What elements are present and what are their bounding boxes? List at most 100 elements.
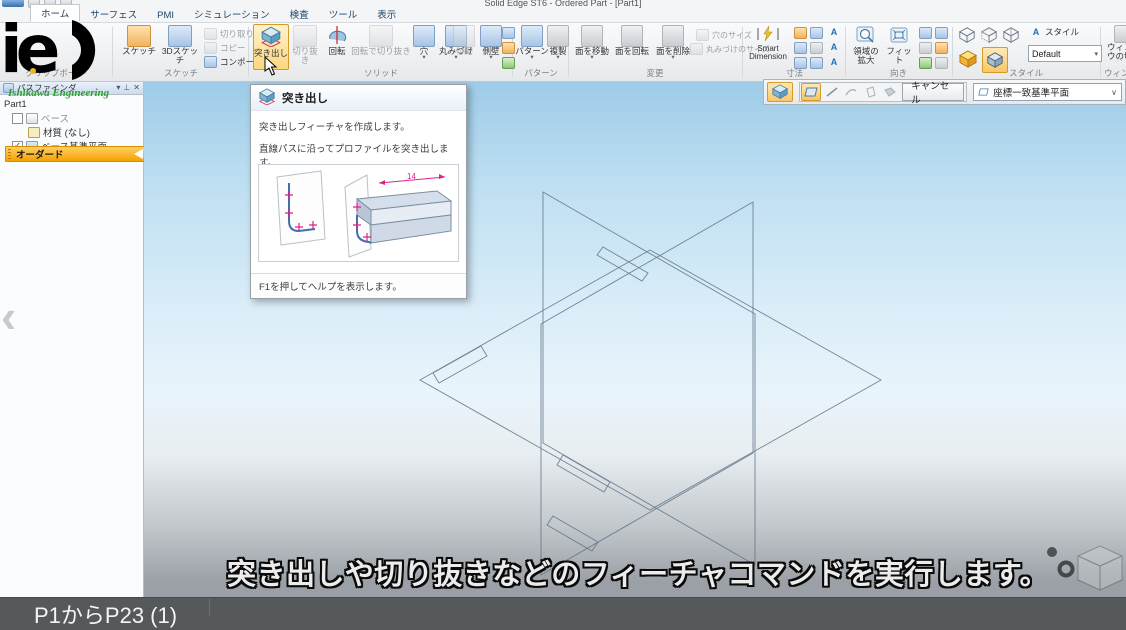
text-style-icon[interactable]: A	[828, 57, 840, 67]
label: 面を削除	[656, 47, 690, 56]
app-button-icon[interactable]	[2, 0, 24, 7]
dimension-label: 14	[407, 172, 416, 181]
thin-wall-icon	[480, 25, 502, 47]
zoom-area-icon	[855, 25, 877, 47]
sketch-button[interactable]: スケッチ	[120, 25, 158, 56]
company-logo: ie	[0, 14, 120, 89]
finish-step-icon[interactable]	[882, 84, 900, 100]
hidden-edges-cube-icon[interactable]	[980, 26, 998, 49]
tab-view[interactable]: 表示	[367, 6, 406, 22]
switch-window-icon	[1114, 25, 1126, 43]
cancel-button[interactable]: キャンセル	[902, 83, 964, 101]
copy-icon	[204, 42, 217, 54]
ribbon-group-window: ウィンドウの切り替え ウィンドウ	[1102, 23, 1126, 80]
tab-inspect[interactable]: 検査	[280, 6, 319, 22]
tree-item-part[interactable]: Part1	[0, 98, 143, 110]
tree-item-base[interactable]: ベース	[0, 112, 143, 124]
plane-mode-value: 座標一致基準平面	[993, 85, 1069, 99]
sketch-3d-button[interactable]: 3Dスケッチ	[158, 25, 202, 65]
copy-button[interactable]: コピー	[204, 42, 246, 54]
rotate-face-button[interactable]: 面を回転	[613, 25, 651, 56]
pin-icon[interactable]: ⊥	[123, 84, 130, 92]
text-style-icon[interactable]: A	[828, 27, 840, 37]
move-face-icon	[581, 25, 603, 47]
plane-mode-select[interactable]: 座標一致基準平面 ∨	[973, 83, 1122, 101]
video-title: P1からP23 (1)	[0, 598, 177, 630]
round-size-icon	[690, 43, 703, 55]
group-label: 変更	[570, 67, 740, 79]
revolve-button[interactable]: 回転	[323, 25, 351, 56]
pattern-icon	[521, 25, 543, 47]
group-divider	[845, 27, 846, 77]
switch-window-button[interactable]: ウィンドウの切り替え	[1104, 25, 1126, 61]
previous-chevron-icon[interactable]: ‹	[1, 289, 16, 343]
tab-pmi[interactable]: PMI	[147, 9, 184, 22]
move-face-button[interactable]: 面を移動	[573, 25, 611, 60]
ribbon-group-orient: 領域の拡大 フィット 向き	[847, 23, 950, 80]
style-select[interactable]: Default ▾	[1028, 45, 1102, 62]
pan-icon[interactable]	[919, 42, 932, 54]
delete-face-icon	[662, 25, 684, 47]
label: 領域の拡大	[850, 47, 882, 65]
revolved-cutout-icon	[369, 25, 393, 47]
select-plane-step-icon[interactable]	[801, 83, 821, 101]
text-style-icon[interactable]: A	[828, 42, 840, 52]
zoom-area-button[interactable]: 領域の拡大	[850, 25, 882, 65]
duplicate-icon	[547, 25, 569, 47]
dimension-tool-icon[interactable]	[810, 27, 823, 39]
wireframe-cube-icon[interactable]	[1002, 26, 1020, 49]
ribbon-group-dimension: Smart Dimension A A A 寸法	[744, 23, 845, 80]
label: 面を移動	[575, 47, 609, 56]
revolved-cutout-button[interactable]: 回転で切り抜き	[351, 25, 411, 56]
group-label: 寸法	[744, 67, 845, 79]
divider	[209, 598, 210, 616]
zoom-icon[interactable]	[919, 27, 932, 39]
cut-button[interactable]: 切り取り	[204, 28, 254, 40]
zoom-out-icon[interactable]	[935, 27, 948, 39]
base-checkbox[interactable]	[12, 113, 23, 124]
label: フィット	[884, 47, 914, 65]
ordered-mode-bar[interactable]: オーダード	[5, 146, 147, 162]
label: ウィンドウの切り替え	[1105, 43, 1126, 61]
plane-icon	[978, 87, 989, 97]
video-caption: 突き出しや切り抜きなどのフィーチャコマンドを実行します。	[150, 551, 1126, 593]
tab-simulation[interactable]: シミュレーション	[184, 6, 280, 22]
ribbon-tab-row: ホーム サーフェス PMI シミュレーション 検査 ツール 表示	[0, 8, 1126, 23]
extrude-command-icon[interactable]	[767, 82, 793, 102]
tree-item-material[interactable]: 材質 (なし)	[0, 126, 143, 138]
solid-edge-window: Solid Edge ST6 - Ordered Part - [Part1] …	[0, 0, 1126, 630]
sketch-icon	[127, 25, 151, 47]
group-divider	[952, 27, 953, 77]
base-label: ベース	[41, 111, 69, 125]
delete-face-button[interactable]: 面を削除	[654, 25, 692, 60]
fit-button[interactable]: フィット	[884, 25, 914, 65]
part-label: Part1	[4, 99, 27, 110]
draft-icon	[453, 25, 475, 47]
material-icon	[28, 127, 40, 138]
cutout-button[interactable]: 切り抜き	[289, 25, 321, 65]
duplicate-button[interactable]: 複製	[548, 25, 568, 60]
hole-button[interactable]: 穴	[413, 25, 435, 60]
viewport-3d[interactable]: キャンセル 座標一致基準平面 ∨ 突き出し	[144, 82, 1126, 598]
draft-button[interactable]: 勾配	[451, 25, 477, 56]
label: 切り取り	[220, 28, 254, 40]
extrude-icon	[260, 25, 282, 49]
group-label: ソリッド	[250, 67, 512, 79]
dimension-tool-icon[interactable]	[810, 42, 823, 54]
extent-step-icon[interactable]	[862, 84, 880, 100]
close-icon[interactable]: ✕	[133, 84, 140, 92]
dimension-tool-icon[interactable]	[794, 42, 807, 54]
thin-wall-button[interactable]: 側壁	[478, 25, 504, 60]
style-value: Default	[1032, 49, 1061, 59]
view-face-icon[interactable]	[935, 42, 948, 54]
side-step-icon[interactable]	[843, 84, 861, 100]
tab-tools[interactable]: ツール	[319, 6, 368, 22]
pattern-button[interactable]: パターン	[515, 25, 549, 60]
visible-edges-cube-icon[interactable]	[958, 26, 976, 49]
label: 切り抜き	[289, 47, 321, 65]
command-bar: キャンセル 座標一致基準平面 ∨	[763, 79, 1126, 105]
logo-text: ie	[0, 14, 58, 84]
dimension-tool-icon[interactable]	[794, 27, 807, 39]
draw-profile-step-icon[interactable]	[823, 84, 841, 100]
smart-dimension-button[interactable]: Smart Dimension	[747, 25, 789, 62]
